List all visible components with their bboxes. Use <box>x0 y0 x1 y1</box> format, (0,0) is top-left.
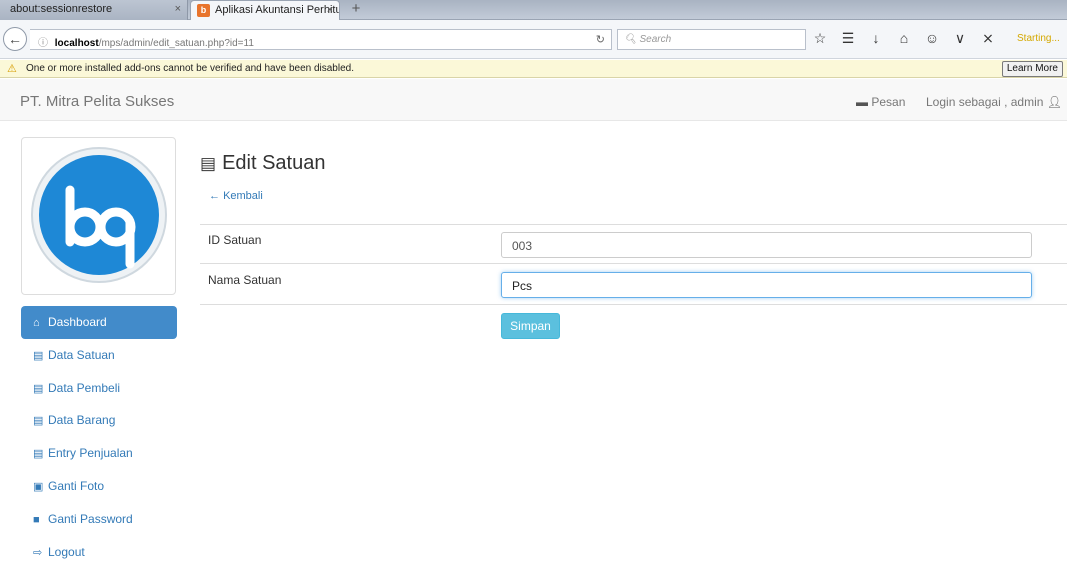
sidebar-item-label: Logout <box>48 544 85 559</box>
briefcase-icon: ▤ <box>33 382 44 395</box>
warning-icon: ⚠ <box>7 63 17 75</box>
tab-title: about:sessionrestore <box>10 3 113 15</box>
extension-icon[interactable]: ⨯ <box>980 30 996 50</box>
url-path: /mps/admin/edit_satuan.php?id=11 <box>98 38 254 49</box>
divider <box>200 304 1067 305</box>
sidebar-item-dashboard[interactable]: ⌂ Dashboard <box>21 306 177 339</box>
home-icon[interactable]: ⌂ <box>896 30 912 50</box>
sidebar-item-data-barang[interactable]: ▤ Data Barang <box>21 404 177 437</box>
user-icon: 👤︎ <box>1046 95 1062 109</box>
close-tab-icon[interactable]: × <box>327 4 333 16</box>
pesan-label: Pesan <box>871 95 906 109</box>
bq-logo-icon <box>31 147 167 283</box>
logout-icon: ⇨ <box>33 546 43 559</box>
page-title: ▤ Edit Satuan <box>200 152 325 175</box>
new-tab-button[interactable]: + <box>344 1 368 19</box>
search-placeholder: Search <box>639 34 672 45</box>
bookmark-star-icon[interactable]: ☆ <box>812 30 828 50</box>
url-host: localhost <box>54 38 99 49</box>
sidebar-item-ganti-foto[interactable]: ▣ Ganti Foto <box>21 470 177 503</box>
login-info[interactable]: Login sebagai , admin 👤︎ <box>926 95 1062 109</box>
status-text: Starting... <box>1017 33 1060 44</box>
picture-icon: ▣ <box>33 480 44 493</box>
avatar <box>21 137 176 295</box>
divider <box>200 224 1067 225</box>
sidebar-item-ganti-password[interactable]: ■ Ganti Password <box>21 503 177 536</box>
brand-title[interactable]: PT. Mitra Pelita Sukses <box>20 93 174 110</box>
close-tab-icon[interactable]: × <box>175 3 181 15</box>
reload-icon[interactable]: ↻ <box>596 33 605 46</box>
sidebar-item-label: Entry Penjualan <box>48 446 133 461</box>
sidebar-item-data-satuan[interactable]: ▤ Data Satuan <box>21 339 177 372</box>
tab-session-restore[interactable]: about:sessionrestore × <box>0 0 188 20</box>
arrow-left-icon: ← <box>209 190 220 202</box>
comment-icon: ▬ <box>856 95 868 109</box>
sidebar-item-label: Data Pembeli <box>48 380 121 395</box>
search-input[interactable]: 🔍︎ Search <box>617 29 806 50</box>
favicon-icon: b <box>197 4 210 17</box>
sidebar-item-logout[interactable]: ⇨ Logout <box>21 536 177 568</box>
learn-more-button[interactable]: Learn More <box>1001 61 1063 77</box>
tab-aplikasi-akuntansi[interactable]: b Aplikasi Akuntansi Perhitu... × <box>190 0 340 20</box>
sidebar-item-label: Data Barang <box>48 413 116 428</box>
briefcase-icon: ▤ <box>33 415 44 428</box>
id-satuan-field[interactable]: 003 <box>501 232 1032 258</box>
back-link[interactable]: ← Kembali <box>209 190 263 202</box>
sidebar-item-label: Data Satuan <box>48 347 115 362</box>
sidebar-item-data-pembeli[interactable]: ▤ Data Pembeli <box>21 372 177 405</box>
sidebar-item-label: Ganti Password <box>48 511 133 526</box>
tab-title: Aplikasi Akuntansi Perhitu... <box>215 4 340 16</box>
sidebar-item-label: Dashboard <box>48 315 107 329</box>
login-label: Login sebagai , admin <box>926 95 1044 109</box>
pesan-link[interactable]: ▬ Pesan <box>856 95 905 109</box>
briefcase-icon: ▤ <box>33 448 44 461</box>
reading-list-icon[interactable]: ☰ <box>840 30 856 50</box>
info-icon[interactable]: ⓘ <box>38 34 52 49</box>
chat-icon[interactable]: ☺ <box>924 30 940 50</box>
sidebar-menu: ⌂ Dashboard ▤ Data Satuan ▤ Data Pembeli ▤ D… <box>21 306 177 568</box>
divider <box>200 263 1067 264</box>
id-satuan-label: ID Satuan <box>208 233 262 247</box>
search-icon: 🔍︎ <box>624 34 640 45</box>
toolbar-icons: ☆ ☰ ↓ ⌂ ☺ ∨ ⨯ <box>812 30 996 50</box>
simpan-button[interactable]: Simpan <box>501 313 560 339</box>
download-icon[interactable]: ↓ <box>868 30 884 50</box>
sidebar-item-label: Ganti Foto <box>48 478 105 493</box>
notification-text: One or more installed add-ons cannot be … <box>26 63 354 74</box>
home-icon: ⌂ <box>33 317 40 329</box>
lock-icon: ■ <box>33 513 40 526</box>
addon-notification-bar: ⚠ One or more installed add-ons cannot b… <box>0 60 1067 78</box>
back-link-label: Kembali <box>223 190 263 202</box>
back-arrow-icon[interactable]: ← <box>3 27 27 51</box>
nama-satuan-field[interactable]: Pcs <box>501 272 1032 298</box>
briefcase-icon: ▤ <box>33 349 44 362</box>
nama-satuan-label: Nama Satuan <box>208 273 282 287</box>
app-navbar: PT. Mitra Pelita Sukses ▬ Pesan Login se… <box>0 79 1067 121</box>
pocket-icon[interactable]: ∨ <box>952 30 968 50</box>
sidebar-item-entry-penjualan[interactable]: ▤ Entry Penjualan <box>21 437 177 470</box>
page-title-text: Edit Satuan <box>222 152 326 174</box>
briefcase-icon: ▤ <box>200 154 217 173</box>
browser-tab-bar: about:sessionrestore × b Aplikasi Akunta… <box>0 0 1067 20</box>
browser-toolbar: ← ⓘ localhost/mps/admin/edit_satuan.php?… <box>0 20 1067 59</box>
url-bar[interactable]: ⓘ localhost/mps/admin/edit_satuan.php?id… <box>30 29 612 50</box>
